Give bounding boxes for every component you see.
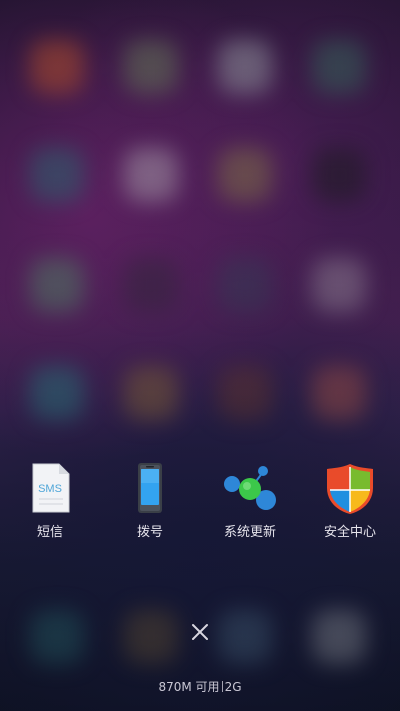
- recent-app-security-center[interactable]: 安全中心: [300, 458, 400, 558]
- memory-free: 870M 可用: [158, 680, 220, 694]
- divider: [221, 681, 223, 692]
- close-icon: [192, 624, 208, 640]
- recent-app-label: 短信: [36, 525, 63, 540]
- security-center-icon: [320, 458, 380, 518]
- recent-apps-row: SMS 短信 拨号 系统更新 安全中心: [0, 458, 400, 558]
- recent-app-label: 拨号: [136, 525, 163, 540]
- memory-status: 870M 可用 2G: [0, 680, 400, 694]
- svg-text:SMS: SMS: [38, 483, 62, 495]
- recent-app-phone[interactable]: 拨号: [100, 458, 200, 558]
- recent-app-label: 安全中心: [323, 525, 376, 540]
- close-all-button[interactable]: [186, 618, 214, 646]
- recent-app-label: 系统更新: [223, 525, 276, 540]
- phone-icon: [120, 458, 180, 518]
- recent-app-sms[interactable]: SMS 短信: [0, 458, 100, 558]
- memory-total: 2G: [224, 680, 242, 694]
- recent-apps-screen: SMS 短信 拨号 系统更新 安全中心 870M 可用 2G: [0, 0, 400, 711]
- system-update-icon: [220, 458, 280, 518]
- sms-icon: SMS: [20, 458, 80, 518]
- recent-app-system-update[interactable]: 系统更新: [200, 458, 300, 558]
- dim-overlay: [0, 0, 400, 711]
